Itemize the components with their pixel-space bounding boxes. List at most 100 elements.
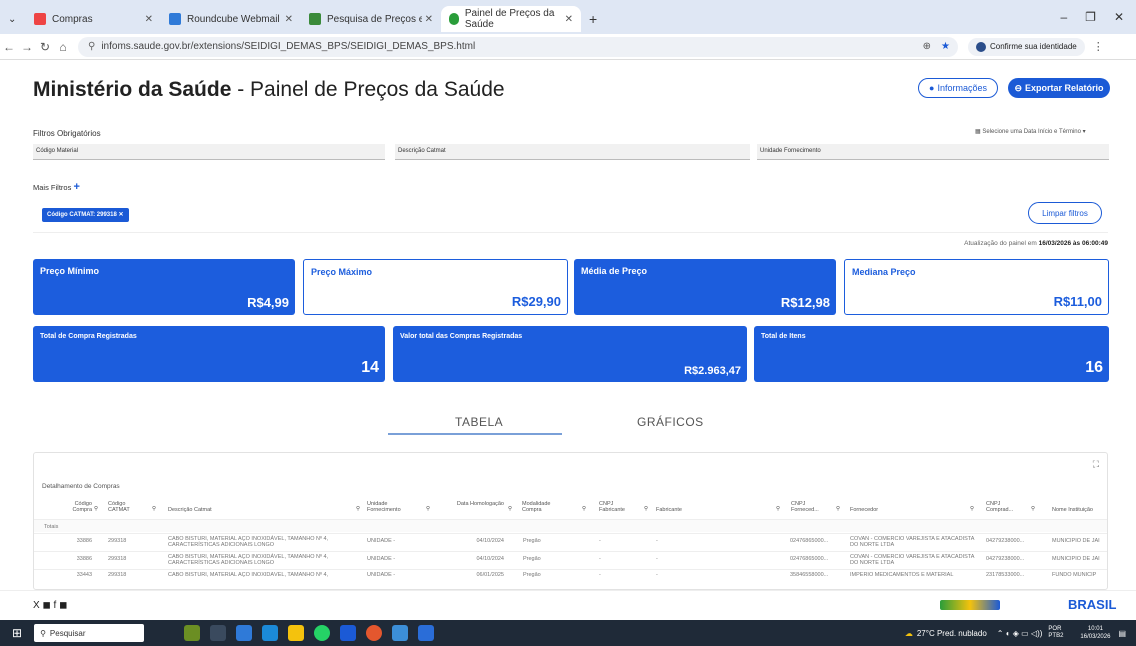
whatsapp-icon[interactable] [314, 625, 331, 641]
col-header[interactable]: Fornecedor [850, 507, 878, 513]
col-header[interactable]: Data Homologação [454, 501, 504, 507]
table-row[interactable]: 33443 299318 CABO BISTURI, MATERIAL AÇO … [34, 569, 1107, 581]
cell: 23178533000... [986, 572, 1025, 578]
browser-tab[interactable]: Roundcube Webmail :: Caixa d ✕ [161, 6, 301, 32]
cell: - [656, 572, 658, 578]
clock[interactable]: 10:01 16/03/2026 [1080, 625, 1110, 641]
browser-tab-active[interactable]: Painel de Preços da Saúde ✕ [441, 6, 581, 32]
mais-filtros-link[interactable]: Mais Filtros + [33, 181, 80, 193]
notifications-icon[interactable]: ▤ [1118, 629, 1126, 638]
tray-icons[interactable]: ⌃ ◐ ◈ ▭ ◁)) [997, 629, 1043, 638]
catmat-filter-chip[interactable]: Código CATMAT: 299318 ✕ [42, 208, 129, 222]
search-icon[interactable]: ⚲ [644, 506, 648, 512]
zoom-icon[interactable]: ⊕ [923, 41, 931, 52]
exportar-relatorio-button[interactable]: ⊖ Exportar Relatório [1008, 78, 1110, 98]
app-icon[interactable] [236, 625, 253, 641]
back-icon[interactable]: ← [0, 40, 18, 54]
search-icon[interactable]: ⚲ [836, 506, 840, 512]
descricao-catmat-field[interactable]: Descrição Catmat [395, 144, 750, 160]
home-icon[interactable]: ⌂ [54, 40, 72, 54]
cell: - [656, 538, 658, 544]
forward-icon[interactable]: → [18, 40, 36, 54]
search-icon[interactable]: ⚲ [582, 506, 586, 512]
new-tab-button[interactable]: + [581, 6, 601, 32]
col-header[interactable]: Fabricante [656, 507, 682, 513]
minimize-icon[interactable]: – [1060, 10, 1067, 24]
close-icon[interactable]: ✕ [425, 14, 433, 25]
windows-start-icon[interactable]: ⊞ [12, 626, 22, 640]
close-icon[interactable]: ✕ [285, 14, 293, 25]
browser-tab[interactable]: Pesquisa de Preços em Licitaçã ✕ [301, 6, 441, 32]
col-header[interactable]: Código Compra [58, 501, 92, 513]
col-header[interactable]: Unidade Fornecimento [367, 501, 407, 513]
close-icon[interactable]: ✕ [145, 14, 153, 25]
col-header[interactable]: Modalidade Compra [522, 501, 562, 513]
title-bold: Ministério da Saúde [33, 78, 232, 101]
search-icon[interactable]: ⚲ [426, 506, 430, 512]
app-icon[interactable] [340, 625, 357, 641]
search-icon[interactable]: ⚲ [776, 506, 780, 512]
cell: CABO BISTURI, MATERIAL AÇO INOXIDÁVEL, T… [168, 554, 329, 566]
url-input[interactable]: ⚲ infoms.saude.gov.br/extensions/SEIDIGI… [78, 36, 958, 57]
col-header[interactable]: CNPJ Comprad... [986, 501, 1026, 513]
search-icon[interactable]: ⚲ [508, 506, 512, 512]
codigo-material-field[interactable]: Código Material [33, 144, 385, 160]
cell: UNIDADE - [367, 556, 396, 562]
remove-chip-icon[interactable]: ✕ [118, 212, 123, 218]
col-header[interactable]: Nome Instituição [1052, 507, 1104, 513]
search-icon[interactable]: ⚲ [1031, 506, 1035, 512]
menu-icon[interactable]: ⋮ [1093, 40, 1104, 53]
brasil-logo: BRASIL [1068, 597, 1117, 612]
cell: 33886 [76, 556, 92, 562]
cell: - [599, 572, 601, 578]
col-header[interactable]: Descrição Catmat [168, 507, 212, 513]
card-mediana-preco: Mediana Preço R$11,00 [844, 259, 1109, 315]
maximize-icon[interactable]: ❐ [1085, 10, 1096, 24]
search-icon[interactable]: ⚲ [94, 506, 98, 512]
card-value: R$29,90 [511, 294, 561, 309]
reload-icon[interactable]: ↻ [36, 40, 54, 54]
tab-list-icon[interactable]: ⌄ [0, 6, 26, 32]
close-icon[interactable]: ✕ [565, 14, 573, 25]
browser-tab[interactable]: Compras ✕ [26, 6, 161, 32]
card-label: Valor total das Compras Registradas [400, 333, 523, 340]
card-label: Média de Preço [581, 266, 648, 276]
table-row[interactable]: 33886 299318 CABO BISTURI, MATERIAL AÇO … [34, 533, 1107, 550]
col-header[interactable]: CNPJ Fabricante [599, 501, 629, 513]
card-label: Preço Máximo [311, 267, 373, 277]
table-row[interactable]: 33886 299318 CABO BISTURI, MATERIAL AÇO … [34, 551, 1107, 568]
site-info-icon[interactable]: ⚲ [88, 41, 95, 52]
informacoes-button[interactable]: ● Informações [918, 78, 998, 98]
tab-graficos[interactable]: GRÁFICOS [637, 415, 704, 429]
search-icon[interactable]: ⚲ [152, 506, 156, 512]
cell: 02476865000... [790, 538, 829, 544]
unidade-fornecimento-field[interactable]: Unidade Fornecimento [757, 144, 1109, 160]
identity-button[interactable]: Confirme sua identidade [968, 37, 1085, 56]
widget-icon[interactable] [184, 625, 201, 641]
folder-icon[interactable] [392, 625, 409, 641]
weather-widget[interactable]: ☁ 27°C Pred. nublado [905, 629, 987, 638]
date-range-select[interactable]: ▦ Selecione uma Data Início e Término ▾ [975, 128, 1086, 135]
social-links[interactable]: X ◼ f ◼ [33, 600, 67, 611]
identity-label: Confirme sua identidade [990, 42, 1077, 51]
cell: - [656, 556, 658, 562]
edge-icon[interactable] [262, 625, 279, 641]
search-icon[interactable]: ⚲ [356, 506, 360, 512]
taskbar-search[interactable]: ⚲ Pesquisar [34, 624, 145, 642]
search-icon[interactable]: ⚲ [970, 506, 974, 512]
col-header[interactable]: Código CATMAT [108, 501, 138, 513]
chrome-icon[interactable] [366, 625, 383, 641]
fullscreen-icon[interactable]: ⛶ [1093, 459, 1099, 470]
search-label: Pesquisar [49, 628, 86, 638]
language-indicator[interactable]: POR PTB2 [1048, 626, 1076, 640]
bookmark-star-icon[interactable]: ★ [941, 41, 950, 52]
task-view-icon[interactable] [210, 625, 227, 641]
tab-tabela[interactable]: TABELA [455, 415, 503, 429]
cell: Pregão [523, 572, 541, 578]
app-icon[interactable] [418, 625, 435, 641]
limpar-filtros-button[interactable]: Limpar filtros [1028, 202, 1102, 224]
drive-icon[interactable] [288, 625, 305, 641]
cell: Pregão [523, 538, 541, 544]
close-window-icon[interactable]: ✕ [1114, 10, 1124, 24]
col-header[interactable]: CNPJ Forneced... [791, 501, 831, 513]
